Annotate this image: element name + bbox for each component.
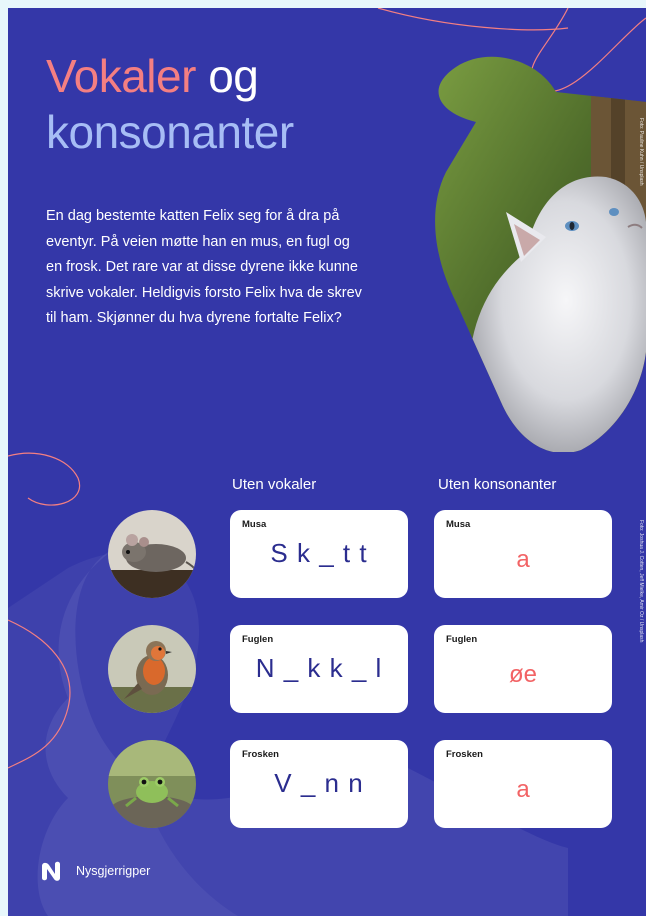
nysgjerrigper-logo-icon: [42, 861, 60, 881]
bird-card-without-vowels: Fuglen N _ k k _ l: [230, 625, 408, 713]
word-without-consonants: a: [516, 546, 530, 573]
word-without-vowels: N _ k k _ l: [255, 653, 383, 683]
pink-line-left: [8, 452, 81, 506]
page-title: Vokaler og konsonanter: [46, 48, 294, 160]
title-word-vokaler: Vokaler: [46, 50, 196, 102]
frog-card-without-consonants: Frosken a: [434, 740, 612, 828]
animal-label: Musa: [242, 519, 267, 530]
pink-line-top: [377, 8, 569, 31]
brand-name: Nysgjerrigper: [76, 864, 151, 878]
frog-photo: [108, 740, 196, 828]
photo-credit-cat: Foto: Pauline Kuhn / Unsplash: [638, 118, 644, 186]
mouse-card-without-consonants: Musa a: [434, 510, 612, 598]
animal-label: Frosken: [242, 749, 279, 760]
photo-credit-animals: Foto: Joshua J. Cotten, Jeff Mielke, Ami…: [638, 520, 644, 643]
worksheet-page: Vokaler og konsonanter En dag bestemte k…: [8, 8, 646, 916]
frog-card-without-vowels: Frosken V _ n n: [230, 740, 408, 828]
animal-label: Musa: [446, 519, 471, 530]
animal-label: Frosken: [446, 749, 483, 760]
title-word-og: og: [208, 50, 259, 102]
bird-card-without-consonants: Fuglen øe: [434, 625, 612, 713]
intro-paragraph: En dag bestemte katten Felix seg for å d…: [46, 208, 362, 326]
column-heading-without-vowels: Uten vokaler: [232, 476, 317, 493]
cat-photo: [435, 56, 646, 452]
bird-photo: [108, 625, 196, 713]
animal-label: Fuglen: [242, 634, 274, 645]
word-without-vowels: S k _ t t: [270, 538, 368, 568]
animal-label: Fuglen: [446, 634, 478, 645]
word-without-consonants: a: [516, 776, 530, 803]
word-without-consonants: øe: [508, 661, 537, 688]
title-word-konsonanter: konsonanter: [46, 106, 294, 158]
word-without-vowels: V _ n n: [274, 768, 364, 798]
brand-logo: Nysgjerrigper: [40, 860, 150, 882]
mouse-photo: [108, 510, 196, 598]
mouse-card-without-vowels: Musa S k _ t t: [230, 510, 408, 598]
column-heading-without-consonants: Uten konsonanter: [438, 476, 557, 493]
